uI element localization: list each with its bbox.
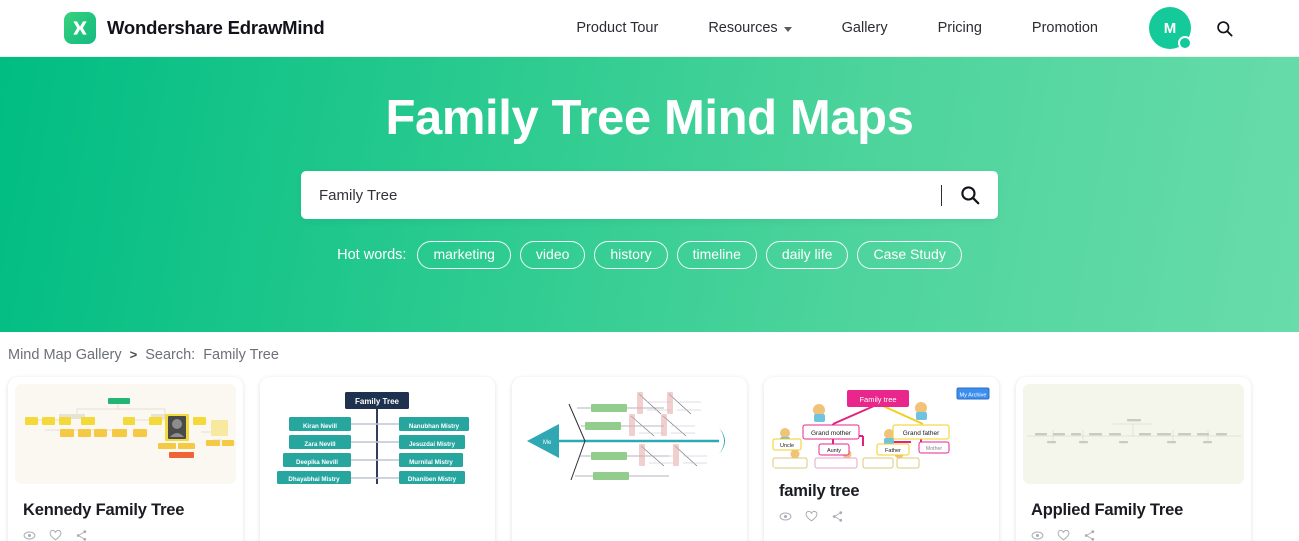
card-thumbnail: Family tree My Archive Grand mother Gran… [771, 384, 992, 469]
nav-label: Promotion [1031, 20, 1098, 36]
card-stats [1016, 520, 1251, 541]
view-count [779, 510, 792, 523]
svg-text:My Archive: My Archive [960, 393, 987, 399]
view-count [23, 529, 36, 541]
breadcrumb-search-label: Search: [145, 346, 196, 363]
header-search-icon[interactable] [1213, 17, 1235, 39]
like-count [49, 529, 62, 541]
hot-words: Hot words: marketing video history timel… [337, 241, 962, 270]
card-title: Kennedy Family Tree [23, 501, 185, 519]
search-bar [301, 171, 998, 219]
card-thumbnail: Family Tree Kiran Nevill Zara Nevill Dee… [267, 384, 488, 484]
svg-text:Nanubhan Mistry: Nanubhan Mistry [409, 423, 460, 430]
result-card-family-tree[interactable]: Family Tree Kiran Nevill Zara Nevill Dee… [260, 377, 495, 541]
svg-text:Family Tree: Family Tree [355, 397, 400, 406]
nav-item-promotion[interactable]: Promotion [1007, 20, 1123, 36]
hot-word-case-study[interactable]: Case Study [857, 241, 962, 270]
result-card-family-tree-pink[interactable]: Family tree My Archive Grand mother Gran… [764, 377, 999, 541]
svg-text:Dhaniben Mistry: Dhaniben Mistry [408, 476, 457, 483]
nav-item-gallery[interactable]: Gallery [817, 20, 913, 36]
brand-logo-link[interactable]: Wondershare EdrawMind [64, 12, 325, 44]
card-title: family tree [779, 482, 860, 500]
breadcrumb-separator-icon: > [129, 347, 138, 362]
nav-item-resources[interactable]: Resources [683, 20, 816, 36]
chevron-down-icon [783, 26, 792, 32]
svg-text:Grand mother: Grand mother [811, 430, 852, 437]
breadcrumb-query: Family Tree [203, 346, 279, 363]
result-card-applied-family-tree[interactable]: Applied Family Tree [1016, 377, 1251, 541]
nav-item-product-tour[interactable]: Product Tour [551, 20, 683, 36]
brand-name: Wondershare EdrawMind [107, 17, 325, 38]
hot-word-timeline[interactable]: timeline [676, 241, 757, 270]
like-count [805, 510, 818, 523]
share-count [75, 529, 88, 541]
svg-text:Jesuzdai Mistry: Jesuzdai Mistry [409, 441, 456, 448]
svg-text:Aunty: Aunty [827, 448, 841, 454]
site-header: Wondershare EdrawMind Product Tour Resou… [0, 0, 1299, 57]
like-count [1057, 529, 1070, 541]
edrawmind-logo-icon [64, 12, 96, 44]
svg-text:Grand father: Grand father [903, 430, 940, 437]
card-stats [764, 501, 999, 537]
card-thumbnail: Me [519, 384, 740, 484]
search-input[interactable] [301, 171, 941, 219]
share-count [1083, 529, 1096, 541]
hot-word-marketing[interactable]: marketing [417, 241, 511, 270]
card-thumbnail [15, 384, 236, 484]
card-stats [8, 520, 243, 541]
nav-item-pricing[interactable]: Pricing [913, 20, 1007, 36]
main-nav: Product Tour Resources Gallery Pricing P… [551, 7, 1299, 50]
result-card-kennedy-family-tree[interactable]: Kennedy Family Tree [8, 377, 243, 541]
breadcrumb-gallery-link[interactable]: Mind Map Gallery [8, 347, 122, 363]
svg-text:Murnilal Mistry: Murnilal Mistry [409, 459, 453, 466]
hot-words-label: Hot words: [337, 247, 407, 264]
share-count [831, 510, 844, 523]
nav-label: Gallery [841, 20, 888, 36]
avatar-status-badge [1178, 36, 1192, 50]
hot-word-history[interactable]: history [594, 241, 668, 270]
svg-text:Dhayabhai Mistry: Dhayabhai Mistry [288, 476, 340, 483]
svg-text:Kiran Nevill: Kiran Nevill [303, 423, 337, 430]
hot-word-daily-life[interactable]: daily life [765, 241, 849, 270]
breadcrumb: Mind Map Gallery > Search: Family Tree [0, 332, 1299, 377]
card-thumbnail [1023, 384, 1244, 484]
svg-text:Family tree: Family tree [859, 395, 896, 404]
svg-text:Uncle: Uncle [780, 443, 794, 449]
nav-label: Product Tour [576, 20, 659, 36]
results-grid: Kennedy Family Tree Family Tree Kiran Ne… [0, 377, 1299, 541]
svg-text:Mother: Mother [926, 446, 942, 452]
view-count [1031, 529, 1044, 541]
page-title: Family Tree Mind Maps [385, 91, 914, 145]
hot-word-video[interactable]: video [519, 241, 586, 270]
nav-label: Pricing [937, 20, 982, 36]
result-card-fishbone-family-tree[interactable]: Me [512, 377, 747, 541]
card-title: Applied Family Tree [1031, 501, 1184, 519]
svg-text:Father: Father [885, 448, 901, 454]
svg-text:Zara Nevill: Zara Nevill [304, 441, 336, 448]
nav-label: Resources [708, 20, 778, 36]
svg-text:Deepika Nevill: Deepika Nevill [296, 459, 338, 466]
search-submit-button[interactable] [942, 171, 998, 219]
hero-section: Family Tree Mind Maps Hot words: marketi… [0, 57, 1299, 332]
avatar[interactable]: M [1149, 7, 1192, 50]
svg-text:Me: Me [543, 440, 552, 446]
